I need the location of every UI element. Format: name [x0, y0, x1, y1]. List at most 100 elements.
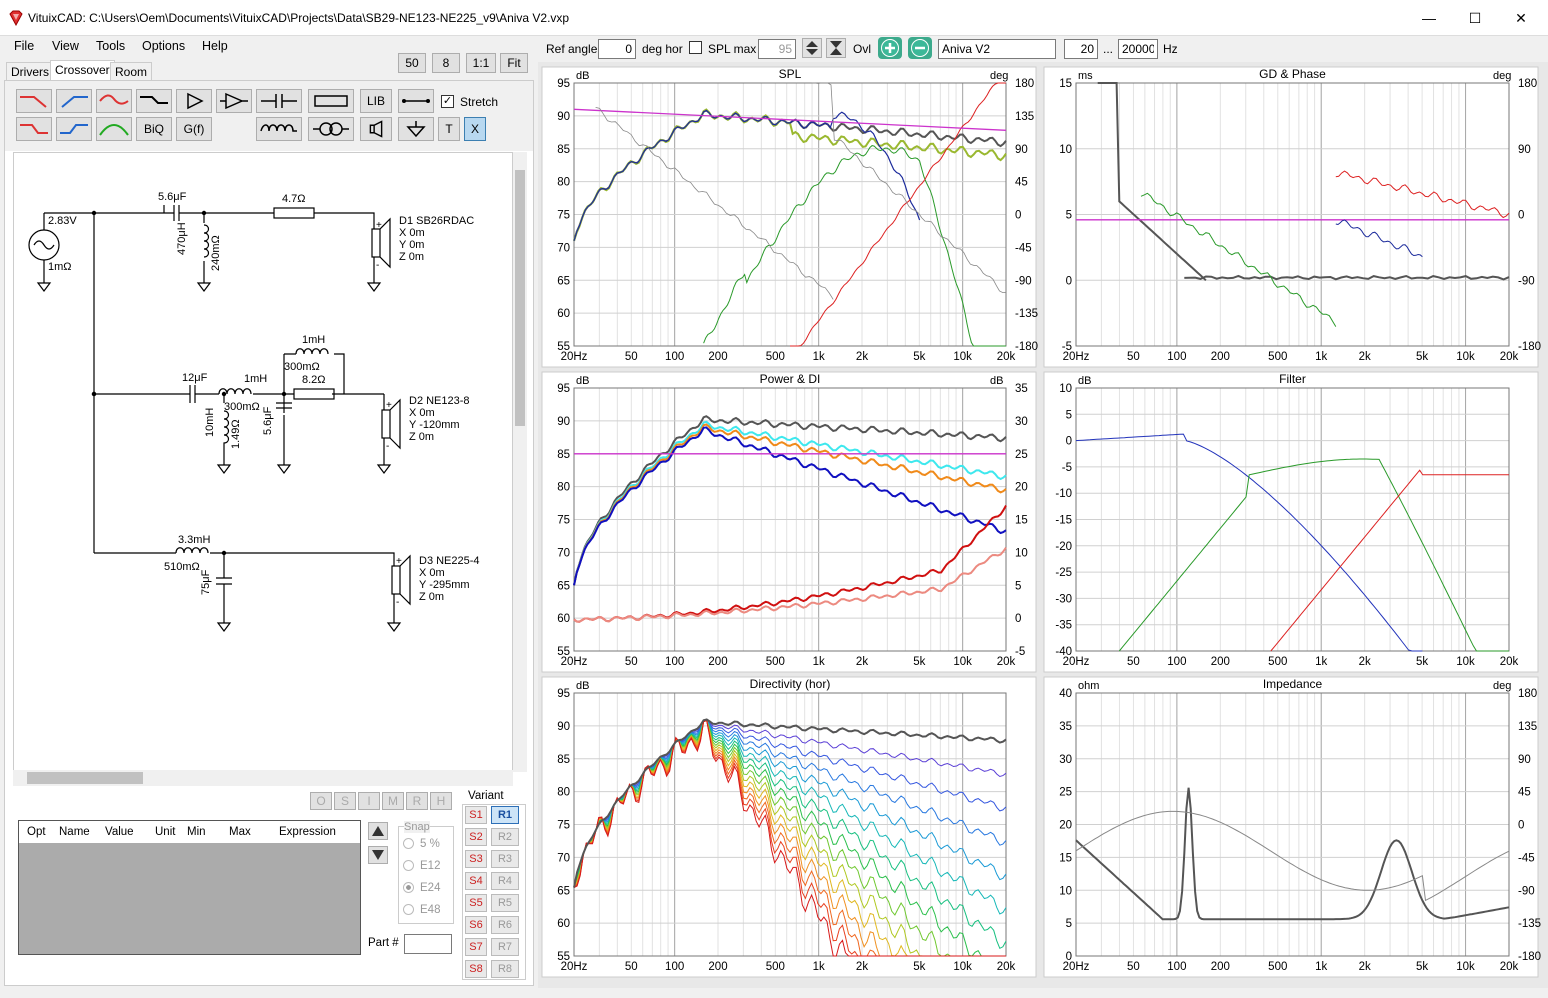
y-tick-label: 85 — [557, 754, 570, 766]
y-tick-label: 90 — [557, 721, 570, 733]
x-tick-label: 1k — [1315, 961, 1327, 973]
y2-tick-label: -45 — [1518, 852, 1535, 864]
right-unit: dB — [990, 375, 1003, 387]
x-tick-label: 500 — [1268, 351, 1287, 363]
chart-title: Impedance — [1263, 677, 1323, 691]
x-tick-label: 100 — [665, 656, 684, 668]
x-tick-label: 10k — [953, 656, 972, 668]
x-tick-label: 500 — [1268, 961, 1287, 973]
x-tick-label: 20k — [997, 656, 1016, 668]
x-tick-label: 500 — [1268, 656, 1287, 668]
y-tick-label: 0 — [1066, 275, 1072, 287]
y2-tick-label: 45 — [1015, 177, 1028, 189]
y-tick-label: 10 — [1059, 383, 1072, 395]
chart-spl: 95908580757065605518013590450-45-90-135-… — [541, 66, 1038, 368]
y-tick-label: 60 — [557, 613, 570, 625]
x-tick-label: 2k — [1359, 961, 1371, 973]
y-tick-label: 70 — [557, 547, 570, 559]
x-tick-label: 500 — [766, 961, 785, 973]
x-tick-label: 20Hz — [1063, 961, 1090, 973]
y-tick-label: 5 — [1066, 918, 1072, 930]
x-tick-label: 1k — [813, 961, 825, 973]
x-tick-label: 200 — [708, 656, 727, 668]
y-tick-label: 0 — [1066, 436, 1072, 448]
y2-tick-label: 135 — [1518, 721, 1537, 733]
x-tick-label: 50 — [1127, 351, 1140, 363]
x-tick-label: 1k — [813, 656, 825, 668]
y2-tick-label: -90 — [1518, 275, 1535, 287]
x-tick-label: 100 — [1167, 351, 1186, 363]
chart-title: Directivity (hor) — [750, 677, 831, 691]
right-unit: deg — [990, 70, 1008, 82]
x-tick-label: 200 — [1211, 351, 1230, 363]
x-tick-label: 20Hz — [561, 351, 588, 363]
x-tick-label: 50 — [1127, 656, 1140, 668]
chart-power: 95908580757065605535302520151050-520Hz 50… — [541, 371, 1037, 673]
x-tick-label: 500 — [766, 656, 785, 668]
y-tick-label: 70 — [557, 852, 570, 864]
y-tick-label: 80 — [557, 482, 570, 494]
y-tick-label: 20 — [1059, 820, 1072, 832]
y2-tick-label: 90 — [1518, 144, 1531, 156]
y2-tick-label: 90 — [1015, 144, 1028, 156]
y-tick-label: -35 — [1055, 620, 1072, 632]
x-tick-label: 2k — [1359, 351, 1371, 363]
y-tick-label: 15 — [1059, 78, 1072, 90]
y-tick-label: -25 — [1055, 567, 1072, 579]
x-tick-label: 20Hz — [561, 656, 588, 668]
x-tick-label: 5k — [913, 656, 925, 668]
x-tick-label: 100 — [665, 351, 684, 363]
y-tick-label: 85 — [557, 144, 570, 156]
x-tick-label: 50 — [625, 961, 638, 973]
x-tick-label: 100 — [665, 961, 684, 973]
x-tick-label: 50 — [625, 656, 638, 668]
x-tick-label: 50 — [625, 351, 638, 363]
x-tick-label: 5k — [1416, 961, 1428, 973]
y-tick-label: 5 — [1066, 210, 1072, 222]
x-tick-label: 1k — [813, 351, 825, 363]
x-tick-label: 10k — [953, 961, 972, 973]
y-tick-label: -10 — [1055, 488, 1072, 500]
y-tick-label: 60 — [557, 308, 570, 320]
y-tick-label: 10 — [1059, 885, 1072, 897]
y-tick-label: 10 — [1059, 144, 1072, 156]
y2-tick-label: 0 — [1015, 210, 1021, 222]
y2-tick-label: 5 — [1015, 580, 1021, 592]
right-unit: deg — [1493, 70, 1511, 82]
left-unit: ohm — [1078, 680, 1099, 692]
y-tick-label: 65 — [557, 580, 570, 592]
y2-tick-label: 0 — [1518, 210, 1524, 222]
x-tick-label: 1k — [1315, 656, 1327, 668]
y2-tick-label: -90 — [1518, 885, 1535, 897]
y2-tick-label: -135 — [1518, 918, 1541, 930]
x-tick-label: 20k — [1500, 351, 1519, 363]
y-tick-label: 80 — [557, 787, 570, 799]
chart-dir: 95908580757065605520Hz 50 100 200 500 1k 2k 5k 1… — [541, 676, 1037, 978]
x-tick-label: 20Hz — [1063, 351, 1090, 363]
x-tick-label: 1k — [1315, 351, 1327, 363]
y-tick-label: 65 — [557, 275, 570, 287]
y2-tick-label: 20 — [1015, 482, 1028, 494]
x-tick-label: 500 — [766, 351, 785, 363]
y-tick-label: -15 — [1055, 515, 1072, 527]
y-tick-label: 40 — [1059, 688, 1072, 700]
y-tick-label: 5 — [1066, 409, 1072, 421]
x-tick-label: 5k — [1416, 656, 1428, 668]
x-tick-label: 100 — [1167, 961, 1186, 973]
x-tick-label: 20Hz — [561, 961, 588, 973]
right-unit: deg — [1493, 680, 1511, 692]
left-unit: ms — [1078, 70, 1093, 82]
y-tick-label: 60 — [557, 918, 570, 930]
chart-title: Power & DI — [760, 372, 821, 386]
x-tick-label: 200 — [1211, 656, 1230, 668]
x-tick-label: 2k — [856, 961, 868, 973]
y2-tick-label: -135 — [1015, 308, 1038, 320]
y2-tick-label: 0 — [1015, 613, 1021, 625]
y2-tick-label: -180 — [1518, 341, 1541, 353]
y-tick-label: 95 — [557, 383, 570, 395]
y2-tick-label: 180 — [1518, 78, 1537, 90]
left-unit: dB — [576, 70, 589, 82]
x-tick-label: 200 — [1211, 961, 1230, 973]
y2-tick-label: 30 — [1015, 416, 1028, 428]
y2-tick-label: 15 — [1015, 515, 1028, 527]
